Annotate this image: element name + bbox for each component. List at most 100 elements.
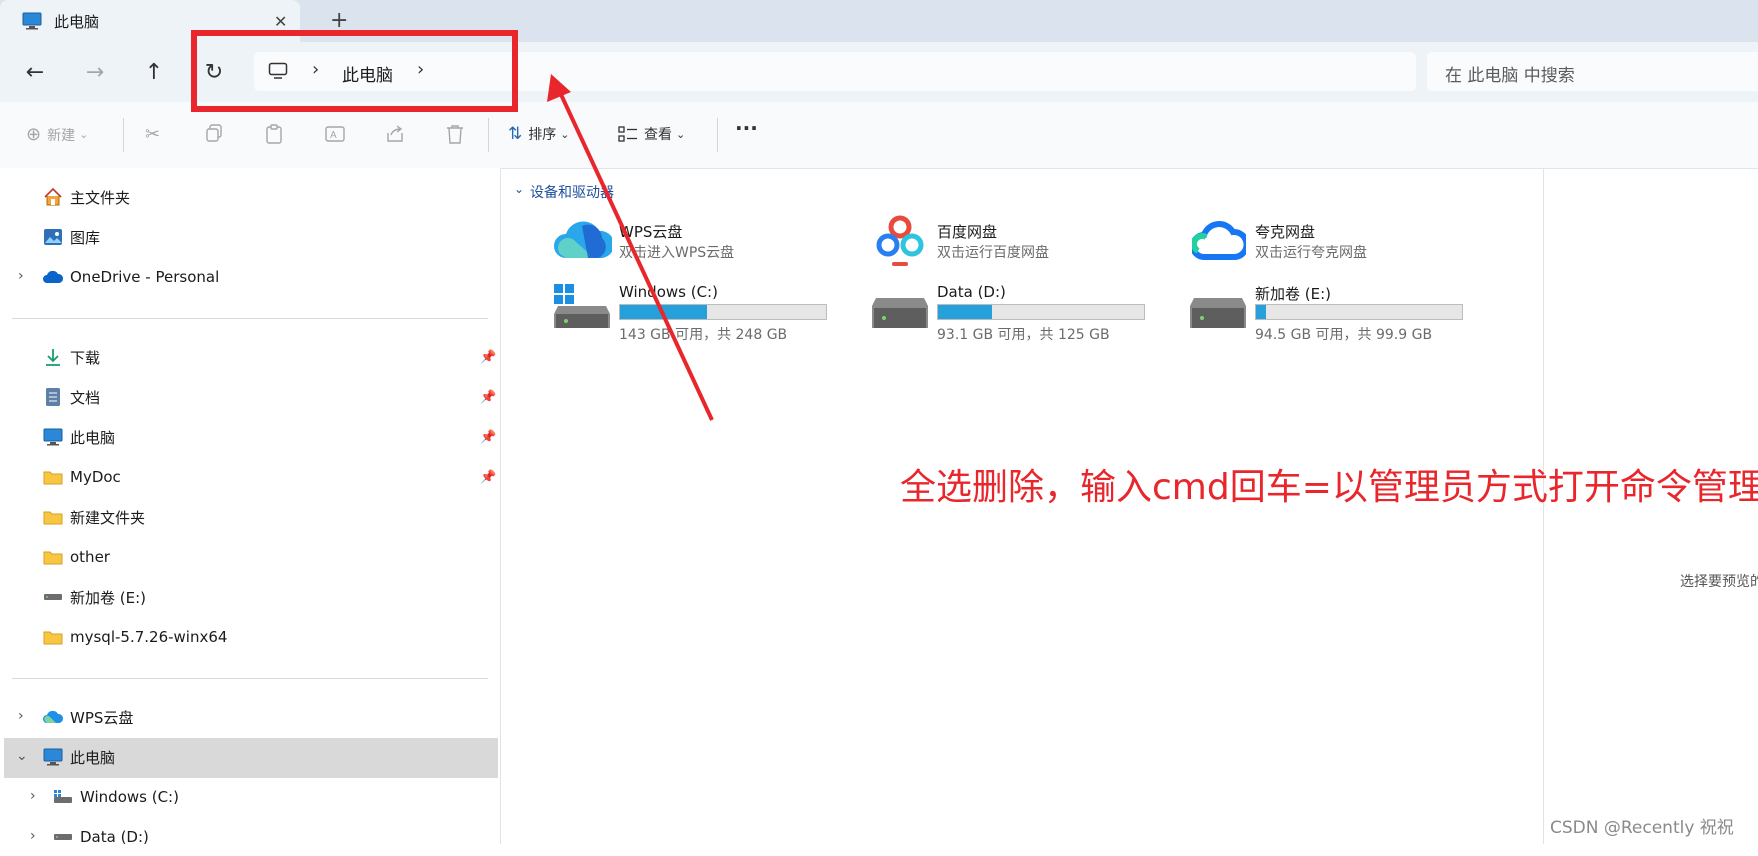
sidebar-item-label: Windows (C:): [80, 788, 179, 806]
collapse-section-icon[interactable]: ⌄: [514, 182, 524, 196]
app-name: 夸克网盘: [1255, 223, 1316, 241]
download-icon: [42, 346, 64, 368]
sidebar-item-data-d[interactable]: Data (D:): [52, 818, 149, 856]
share-icon[interactable]: [385, 124, 405, 144]
sidebar-item-label: 下载: [70, 348, 101, 367]
chevron-right-icon[interactable]: ›: [30, 828, 36, 844]
close-tab-icon[interactable]: ✕: [274, 12, 287, 31]
chevron-right-icon[interactable]: ›: [18, 268, 24, 284]
search-box[interactable]: 在 此电脑 中搜索: [1427, 52, 1758, 91]
drive-usage-bar: [1255, 304, 1463, 320]
toolbar-divider: [488, 118, 489, 152]
svg-text:A: A: [330, 130, 337, 141]
drive-name: 新加卷 (E:): [1255, 285, 1332, 303]
sidebar-item-this-pc-tree[interactable]: 此电脑: [42, 738, 115, 776]
sidebar-item-label: 图库: [70, 228, 101, 247]
sidebar-item-onedrive[interactable]: OneDrive - Personal: [42, 258, 219, 296]
sidebar-item-wps-cloud[interactable]: WPS云盘: [42, 698, 133, 736]
sidebar-item-new-folder[interactable]: 新建文件夹: [42, 498, 145, 536]
drive-usage-bar: [619, 304, 827, 320]
sidebar-divider: [12, 678, 488, 679]
sidebar-item-other[interactable]: other: [42, 538, 110, 576]
app-description: 双击进入WPS云盘: [619, 245, 735, 261]
folder-icon: [42, 546, 64, 568]
folder-icon: [42, 626, 64, 648]
sidebar-item-mysql[interactable]: mysql-5.7.26-winx64: [42, 618, 227, 656]
drive-capacity: 93.1 GB 可用，共 125 GB: [937, 327, 1110, 343]
wps-cloud-icon: [42, 706, 64, 728]
toolbar-divider: [717, 118, 718, 152]
pin-icon[interactable]: 📌: [480, 430, 496, 445]
gallery-icon: [42, 226, 64, 248]
pin-icon[interactable]: 📌: [480, 390, 496, 405]
sidebar-item-documents[interactable]: 文档: [42, 378, 100, 416]
chevron-right-icon[interactable]: ›: [30, 788, 36, 804]
onedrive-icon: [42, 266, 64, 288]
sort-label: 排序: [528, 127, 557, 143]
sidebar-item-label: 文档: [70, 388, 101, 407]
sort-button[interactable]: ⇅ 排序 ⌄: [508, 124, 569, 144]
pc-icon: [42, 426, 64, 448]
sidebar-divider: [12, 318, 488, 319]
sidebar-item-label: 此电脑: [70, 748, 116, 767]
cut-icon[interactable]: ✂: [145, 124, 160, 145]
annotation-text: 全选删除，输入cmd回车=以管理员方式打开命令管理行: [900, 467, 1758, 508]
home-icon: [42, 186, 64, 208]
drive-usage-fill: [938, 305, 992, 319]
sidebar-item-label: mysql-5.7.26-winx64: [70, 628, 228, 646]
sidebar-item-windows-c[interactable]: Windows (C:): [52, 778, 179, 816]
forward-button[interactable]: →: [82, 60, 108, 86]
view-icon: [618, 126, 638, 142]
chevron-down-icon: ⌄: [676, 127, 686, 141]
sidebar-item-label: 新加卷 (E:): [70, 588, 147, 607]
section-header-devices[interactable]: 设备和驱动器: [530, 182, 614, 202]
chevron-right-icon[interactable]: ›: [18, 708, 24, 724]
search-input[interactable]: 在 此电脑 中搜索: [1445, 61, 1575, 86]
new-label: 新建: [47, 127, 76, 144]
drive-usage-fill: [1256, 305, 1267, 319]
view-button[interactable]: 查看 ⌄: [618, 124, 685, 144]
more-options-button[interactable]: ···: [735, 116, 758, 140]
sidebar-item-label: other: [70, 548, 110, 566]
pin-icon[interactable]: 📌: [480, 350, 496, 365]
sidebar-item-home[interactable]: 主文件夹: [42, 178, 130, 216]
new-button[interactable]: ⊕ 新建 ⌄: [26, 124, 88, 145]
drive-name: Data (D:): [937, 283, 1006, 301]
watermark: CSDN @Recently 祝祝: [1550, 818, 1734, 838]
sidebar-item-mydoc[interactable]: MyDoc: [42, 458, 121, 496]
sort-icon: ⇅: [508, 124, 523, 144]
sidebar-item-label: 主文件夹: [70, 188, 131, 207]
rename-icon[interactable]: A: [325, 124, 345, 144]
folder-icon: [42, 466, 64, 488]
drive-usage-bar: [937, 304, 1145, 320]
view-label: 查看: [644, 127, 672, 143]
sidebar-item-label: MyDoc: [70, 468, 121, 486]
chevron-down-icon[interactable]: ⌄: [16, 748, 28, 764]
sidebar-item-this-pc[interactable]: 此电脑: [42, 418, 115, 456]
sidebar-item-label: 此电脑: [70, 428, 116, 447]
tab-title: 此电脑: [54, 12, 100, 31]
drive-usage-fill: [620, 305, 707, 319]
pin-icon[interactable]: 📌: [480, 470, 496, 485]
app-description: 双击运行百度网盘: [937, 245, 1049, 261]
app-name: 百度网盘: [937, 223, 998, 241]
chevron-down-icon: ⌄: [560, 127, 570, 141]
up-button[interactable]: ↑: [141, 60, 167, 86]
copy-icon[interactable]: [205, 124, 223, 142]
sidebar-item-downloads[interactable]: 下载: [42, 338, 100, 376]
drive-capacity: 143 GB 可用，共 248 GB: [619, 327, 788, 343]
sidebar-item-gallery[interactable]: 图库: [42, 218, 100, 256]
sidebar-item-label: OneDrive - Personal: [70, 268, 220, 286]
pc-icon: [22, 12, 42, 30]
back-button[interactable]: ←: [22, 60, 48, 86]
paste-icon[interactable]: [265, 124, 283, 144]
sidebar-item-label: WPS云盘: [70, 708, 134, 727]
annotation-highlight-box: [191, 30, 518, 112]
delete-icon[interactable]: [446, 124, 464, 144]
sidebar-item-volume-e[interactable]: 新加卷 (E:): [42, 578, 146, 616]
sidebar-item-label: Data (D:): [80, 828, 149, 846]
toolbar-divider: [123, 118, 124, 152]
baidu-netdisk-icon: [872, 212, 928, 274]
drive-capacity: 94.5 GB 可用，共 99.9 GB: [1255, 327, 1433, 343]
windows-drive-icon: [554, 284, 610, 334]
